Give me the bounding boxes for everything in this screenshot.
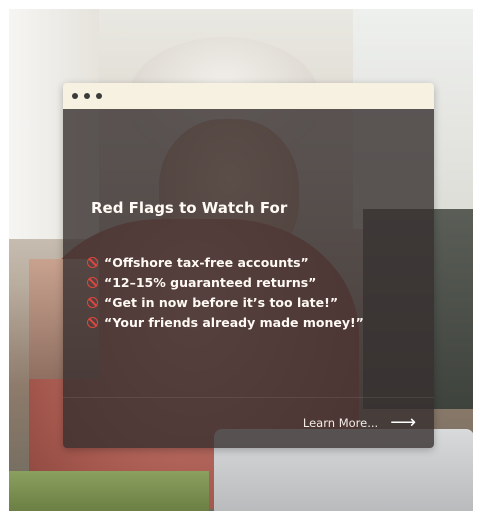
flag-text: “Get in now before it’s too late!” <box>104 294 339 310</box>
list-item: “Your friends already made money!” <box>87 312 364 332</box>
divider <box>63 397 434 398</box>
no-entry-icon <box>87 316 98 328</box>
photo-foreground <box>9 471 209 511</box>
no-entry-icon <box>87 276 98 288</box>
learn-more-label: Learn More... <box>302 416 379 430</box>
list-item: “Get in now before it’s too late!” <box>87 292 364 312</box>
window-titlebar <box>63 83 434 109</box>
red-flags-list: “Offshore tax-free accounts” “12–15% gua… <box>87 252 364 332</box>
card-heading: Red Flags to Watch For <box>91 199 288 217</box>
browser-window-card: Red Flags to Watch For “Offshore tax-fre… <box>63 83 434 448</box>
list-item: “Offshore tax-free accounts” <box>87 252 364 272</box>
arrow-right-icon: ⟶ <box>390 412 416 433</box>
list-item: “12–15% guaranteed returns” <box>87 272 364 292</box>
flag-text: “Your friends already made money!” <box>104 314 364 330</box>
window-dot-icon <box>72 93 78 99</box>
window-dot-icon <box>84 93 90 99</box>
flag-text: “12–15% guaranteed returns” <box>104 274 317 290</box>
window-dot-icon <box>96 93 102 99</box>
red-flags-panel: Red Flags to Watch For “Offshore tax-fre… <box>63 109 434 448</box>
no-entry-icon <box>87 296 98 308</box>
learn-more-link[interactable]: Learn More... ⟶ <box>303 414 416 432</box>
flag-text: “Offshore tax-free accounts” <box>104 254 309 270</box>
no-entry-icon <box>87 256 98 268</box>
